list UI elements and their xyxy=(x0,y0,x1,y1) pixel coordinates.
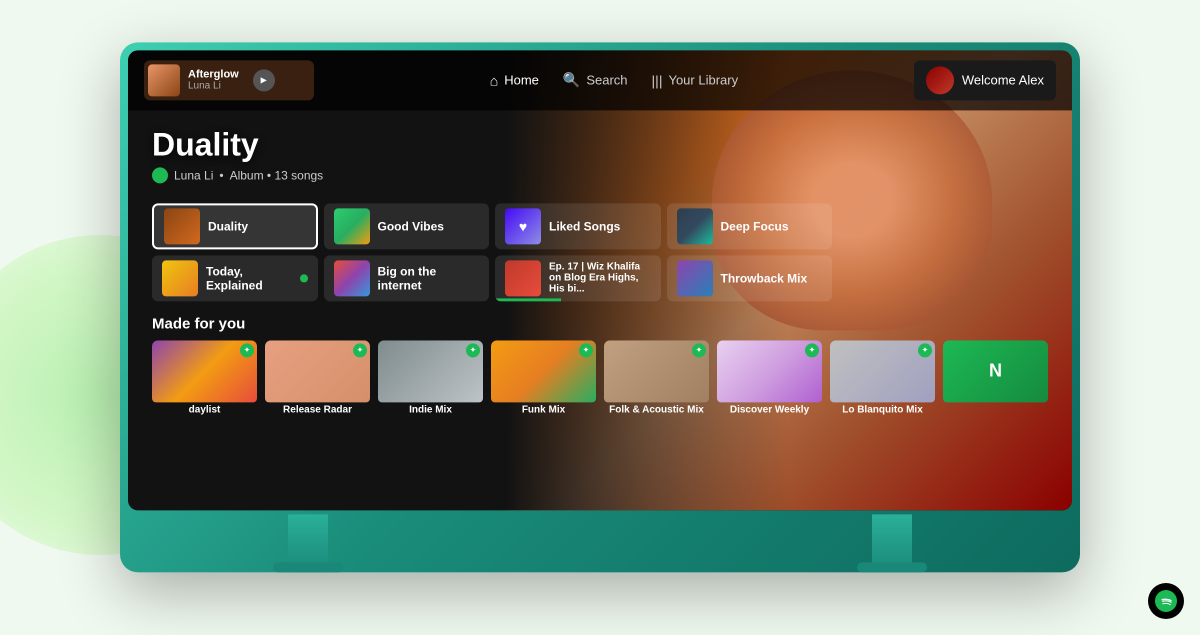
made-item-indie-mix[interactable]: Indie Mix ✦ xyxy=(378,340,483,420)
user-avatar xyxy=(926,66,954,94)
quick-label-duality: Duality xyxy=(208,219,248,233)
quick-label-throwback: Throwback Mix xyxy=(721,271,808,285)
quick-item-duality[interactable]: Duality xyxy=(152,203,318,249)
nav-search-label: Search xyxy=(586,72,627,87)
discover-weekly-label: Discover Weekly xyxy=(717,404,822,415)
album-artist: Luna Li xyxy=(174,168,213,182)
quick-thumb-good-vibes xyxy=(334,208,370,244)
search-icon: 🔍 xyxy=(563,71,580,88)
daylist-badge: ✦ xyxy=(240,343,254,357)
quick-item-good-vibes[interactable]: Good Vibes xyxy=(324,203,490,249)
play-button[interactable]: ▶ xyxy=(253,69,275,91)
loblanquito-badge: ✦ xyxy=(918,343,932,357)
quick-label-big-internet: Big on the internet xyxy=(378,264,480,292)
made-item-discover-weekly[interactable]: Discover Weekly ✦ xyxy=(717,340,822,420)
spotify-icon xyxy=(1155,590,1177,612)
now-playing-info: Afterglow Luna Li xyxy=(188,68,239,91)
quick-item-podcast[interactable]: Ep. 17 | Wiz Khalifa on Blog Era Highs, … xyxy=(495,255,661,301)
liked-songs-icon: ♥ xyxy=(505,208,541,244)
now-playing-thumbnail xyxy=(148,64,180,96)
stand-leg-right xyxy=(872,514,912,572)
album-info: Album • 13 songs xyxy=(230,168,324,182)
discover-badge: ✦ xyxy=(805,343,819,357)
indie-badge: ✦ xyxy=(466,343,480,357)
main-content: Duality Luna Li • Album • 13 songs Duali… xyxy=(128,110,1072,430)
made-item-folk-mix[interactable]: Folk & Acoustic Mix ✦ xyxy=(604,340,709,420)
nav-search[interactable]: 🔍 Search xyxy=(563,71,628,88)
podcast-progress-bar xyxy=(495,298,561,301)
stand-leg-left xyxy=(288,514,328,572)
album-separator: • xyxy=(219,168,223,182)
nav-home-label: Home xyxy=(504,72,539,87)
nav-center: ⌂ Home 🔍 Search ||| Your Library xyxy=(490,71,738,88)
spotify-logo xyxy=(1148,583,1184,619)
welcome-badge: Welcome Alex xyxy=(914,60,1056,100)
tv-frame: Afterglow Luna Li ▶ ⌂ Home 🔍 Search ||| … xyxy=(120,42,1080,572)
welcome-text: Welcome Alex xyxy=(962,72,1044,87)
album-meta: Luna Li • Album • 13 songs xyxy=(152,167,1048,183)
made-item-more[interactable]: N xyxy=(943,340,1048,420)
now-playing-title: Afterglow xyxy=(188,68,239,80)
made-item-release-radar[interactable]: Release Radar ✦ xyxy=(265,340,370,420)
made-item-funk-mix[interactable]: Funk Mix ✦ xyxy=(491,340,596,420)
artist-icon xyxy=(152,167,168,183)
home-icon: ⌂ xyxy=(490,72,498,88)
now-playing-artist: Luna Li xyxy=(188,80,239,91)
quick-thumb-deep-focus xyxy=(677,208,713,244)
quick-item-today-explained[interactable]: Today, Explained xyxy=(152,255,318,301)
quick-item-throwback[interactable]: Throwback Mix xyxy=(667,255,833,301)
quick-thumb-big-internet xyxy=(334,260,370,296)
made-for-you-section: Made for you daylist ✦ Release Radar ✦ xyxy=(152,315,1048,420)
album-title: Duality xyxy=(152,126,1048,163)
release-radar-label: Release Radar xyxy=(265,404,370,415)
navbar: Afterglow Luna Li ▶ ⌂ Home 🔍 Search ||| … xyxy=(128,50,1072,110)
quick-item-big-internet[interactable]: Big on the internet xyxy=(324,255,490,301)
indie-mix-label: Indie Mix xyxy=(378,404,483,415)
tv-screen: Afterglow Luna Li ▶ ⌂ Home 🔍 Search ||| … xyxy=(128,50,1072,510)
quick-thumb-throwback xyxy=(677,260,713,296)
release-badge: ✦ xyxy=(353,343,367,357)
daylist-label: daylist xyxy=(152,404,257,415)
loblanquito-label: Lo Blanquito Mix xyxy=(830,404,935,415)
nav-home[interactable]: ⌂ Home xyxy=(490,72,539,88)
quick-label-podcast: Ep. 17 | Wiz Khalifa on Blog Era Highs, … xyxy=(549,261,651,294)
folk-mix-label: Folk & Acoustic Mix xyxy=(604,404,709,415)
quick-item-liked-songs[interactable]: ♥ Liked Songs xyxy=(495,203,661,249)
nav-library[interactable]: ||| Your Library xyxy=(652,72,739,88)
tv-stand xyxy=(128,514,1072,572)
made-item-loblanquito[interactable]: Lo Blanquito Mix ✦ xyxy=(830,340,935,420)
library-icon: ||| xyxy=(652,72,663,88)
funk-mix-label: Funk Mix xyxy=(491,404,596,415)
folk-badge: ✦ xyxy=(692,343,706,357)
quick-thumb-duality xyxy=(164,208,200,244)
quick-access-grid: Duality Good Vibes ♥ Liked Songs Deep Fo… xyxy=(152,203,832,301)
quick-label-today: Today, Explained xyxy=(206,264,292,292)
new-indicator-dot xyxy=(300,274,307,282)
more-thumb: N xyxy=(943,340,1048,402)
quick-item-deep-focus[interactable]: Deep Focus xyxy=(667,203,833,249)
quick-label-good-vibes: Good Vibes xyxy=(378,219,444,233)
quick-thumb-today xyxy=(162,260,198,296)
made-for-you-grid: daylist ✦ Release Radar ✦ Indie Mix ✦ xyxy=(152,340,1048,420)
quick-label-deep-focus: Deep Focus xyxy=(721,219,789,233)
quick-label-liked-songs: Liked Songs xyxy=(549,219,620,233)
made-item-daylist[interactable]: daylist ✦ xyxy=(152,340,257,420)
quick-thumb-podcast xyxy=(505,260,541,296)
funk-badge: ✦ xyxy=(579,343,593,357)
nav-library-label: Your Library xyxy=(668,72,738,87)
made-for-you-title: Made for you xyxy=(152,315,1048,332)
now-playing-bar[interactable]: Afterglow Luna Li ▶ xyxy=(144,60,314,100)
